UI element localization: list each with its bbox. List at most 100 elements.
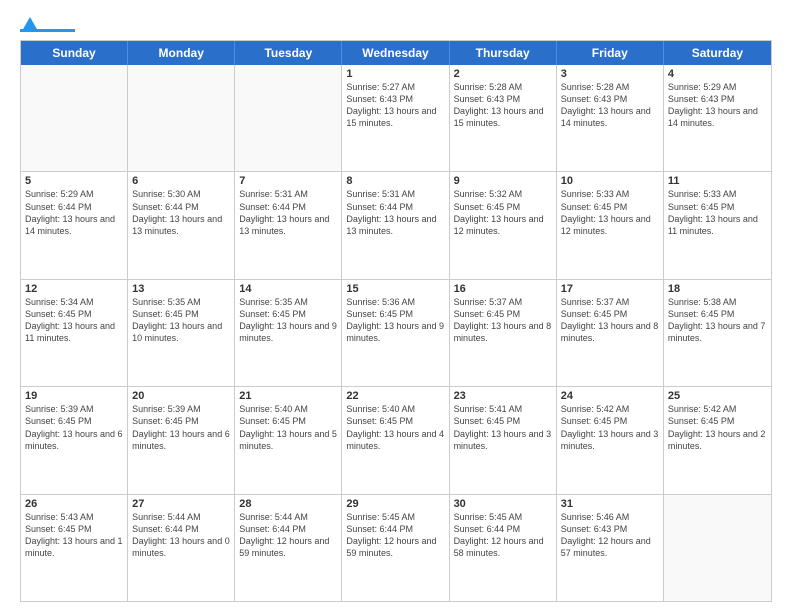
day-cell: 5Sunrise: 5:29 AM Sunset: 6:44 PM Daylig… — [21, 172, 128, 278]
day-number: 16 — [454, 283, 552, 295]
day-info: Sunrise: 5:46 AM Sunset: 6:43 PM Dayligh… — [561, 511, 659, 560]
day-info: Sunrise: 5:44 AM Sunset: 6:44 PM Dayligh… — [239, 511, 337, 560]
day-number: 4 — [668, 68, 767, 80]
day-cell: 6Sunrise: 5:30 AM Sunset: 6:44 PM Daylig… — [128, 172, 235, 278]
day-number: 5 — [25, 175, 123, 187]
day-cell: 7Sunrise: 5:31 AM Sunset: 6:44 PM Daylig… — [235, 172, 342, 278]
day-info: Sunrise: 5:39 AM Sunset: 6:45 PM Dayligh… — [132, 403, 230, 452]
day-info: Sunrise: 5:39 AM Sunset: 6:45 PM Dayligh… — [25, 403, 123, 452]
day-cell: 30Sunrise: 5:45 AM Sunset: 6:44 PM Dayli… — [450, 495, 557, 601]
day-cell: 22Sunrise: 5:40 AM Sunset: 6:45 PM Dayli… — [342, 387, 449, 493]
day-cell: 12Sunrise: 5:34 AM Sunset: 6:45 PM Dayli… — [21, 280, 128, 386]
day-number: 9 — [454, 175, 552, 187]
day-cell: 9Sunrise: 5:32 AM Sunset: 6:45 PM Daylig… — [450, 172, 557, 278]
day-number: 29 — [346, 498, 444, 510]
day-header-thursday: Thursday — [450, 41, 557, 65]
day-cell — [235, 65, 342, 171]
day-cell: 4Sunrise: 5:29 AM Sunset: 6:43 PM Daylig… — [664, 65, 771, 171]
day-header-friday: Friday — [557, 41, 664, 65]
day-cell: 8Sunrise: 5:31 AM Sunset: 6:44 PM Daylig… — [342, 172, 449, 278]
day-info: Sunrise: 5:43 AM Sunset: 6:45 PM Dayligh… — [25, 511, 123, 560]
day-number: 7 — [239, 175, 337, 187]
day-cell: 31Sunrise: 5:46 AM Sunset: 6:43 PM Dayli… — [557, 495, 664, 601]
day-number: 15 — [346, 283, 444, 295]
day-cell: 23Sunrise: 5:41 AM Sunset: 6:45 PM Dayli… — [450, 387, 557, 493]
day-info: Sunrise: 5:35 AM Sunset: 6:45 PM Dayligh… — [132, 296, 230, 345]
day-cell: 17Sunrise: 5:37 AM Sunset: 6:45 PM Dayli… — [557, 280, 664, 386]
day-info: Sunrise: 5:37 AM Sunset: 6:45 PM Dayligh… — [561, 296, 659, 345]
day-info: Sunrise: 5:28 AM Sunset: 6:43 PM Dayligh… — [561, 81, 659, 130]
day-info: Sunrise: 5:27 AM Sunset: 6:43 PM Dayligh… — [346, 81, 444, 130]
day-header-monday: Monday — [128, 41, 235, 65]
day-info: Sunrise: 5:33 AM Sunset: 6:45 PM Dayligh… — [561, 188, 659, 237]
day-cell: 10Sunrise: 5:33 AM Sunset: 6:45 PM Dayli… — [557, 172, 664, 278]
day-number: 6 — [132, 175, 230, 187]
day-info: Sunrise: 5:44 AM Sunset: 6:44 PM Dayligh… — [132, 511, 230, 560]
day-info: Sunrise: 5:32 AM Sunset: 6:45 PM Dayligh… — [454, 188, 552, 237]
day-cell: 15Sunrise: 5:36 AM Sunset: 6:45 PM Dayli… — [342, 280, 449, 386]
day-cell — [664, 495, 771, 601]
day-info: Sunrise: 5:45 AM Sunset: 6:44 PM Dayligh… — [346, 511, 444, 560]
day-header-tuesday: Tuesday — [235, 41, 342, 65]
day-cell — [21, 65, 128, 171]
day-info: Sunrise: 5:30 AM Sunset: 6:44 PM Dayligh… — [132, 188, 230, 237]
day-header-sunday: Sunday — [21, 41, 128, 65]
day-number: 20 — [132, 390, 230, 402]
day-cell: 25Sunrise: 5:42 AM Sunset: 6:45 PM Dayli… — [664, 387, 771, 493]
day-cell: 19Sunrise: 5:39 AM Sunset: 6:45 PM Dayli… — [21, 387, 128, 493]
day-number: 12 — [25, 283, 123, 295]
day-cell: 24Sunrise: 5:42 AM Sunset: 6:45 PM Dayli… — [557, 387, 664, 493]
day-cell: 11Sunrise: 5:33 AM Sunset: 6:45 PM Dayli… — [664, 172, 771, 278]
day-number: 31 — [561, 498, 659, 510]
day-cell: 2Sunrise: 5:28 AM Sunset: 6:43 PM Daylig… — [450, 65, 557, 171]
week-row-0: 1Sunrise: 5:27 AM Sunset: 6:43 PM Daylig… — [21, 65, 771, 172]
logo-underline — [20, 29, 75, 32]
week-row-1: 5Sunrise: 5:29 AM Sunset: 6:44 PM Daylig… — [21, 172, 771, 279]
day-number: 26 — [25, 498, 123, 510]
day-number: 23 — [454, 390, 552, 402]
day-header-wednesday: Wednesday — [342, 41, 449, 65]
day-cell: 29Sunrise: 5:45 AM Sunset: 6:44 PM Dayli… — [342, 495, 449, 601]
day-info: Sunrise: 5:37 AM Sunset: 6:45 PM Dayligh… — [454, 296, 552, 345]
day-header-saturday: Saturday — [664, 41, 771, 65]
day-info: Sunrise: 5:35 AM Sunset: 6:45 PM Dayligh… — [239, 296, 337, 345]
day-number: 28 — [239, 498, 337, 510]
logo — [20, 15, 79, 32]
day-cell: 26Sunrise: 5:43 AM Sunset: 6:45 PM Dayli… — [21, 495, 128, 601]
day-cell: 1Sunrise: 5:27 AM Sunset: 6:43 PM Daylig… — [342, 65, 449, 171]
day-number: 17 — [561, 283, 659, 295]
day-number: 1 — [346, 68, 444, 80]
day-number: 18 — [668, 283, 767, 295]
day-info: Sunrise: 5:42 AM Sunset: 6:45 PM Dayligh… — [561, 403, 659, 452]
day-info: Sunrise: 5:40 AM Sunset: 6:45 PM Dayligh… — [346, 403, 444, 452]
day-cell: 16Sunrise: 5:37 AM Sunset: 6:45 PM Dayli… — [450, 280, 557, 386]
day-cell: 21Sunrise: 5:40 AM Sunset: 6:45 PM Dayli… — [235, 387, 342, 493]
calendar-header: SundayMondayTuesdayWednesdayThursdayFrid… — [21, 41, 771, 65]
day-number: 19 — [25, 390, 123, 402]
day-number: 14 — [239, 283, 337, 295]
calendar-body: 1Sunrise: 5:27 AM Sunset: 6:43 PM Daylig… — [21, 65, 771, 601]
day-number: 30 — [454, 498, 552, 510]
day-cell: 3Sunrise: 5:28 AM Sunset: 6:43 PM Daylig… — [557, 65, 664, 171]
day-number: 13 — [132, 283, 230, 295]
week-row-4: 26Sunrise: 5:43 AM Sunset: 6:45 PM Dayli… — [21, 495, 771, 601]
day-number: 22 — [346, 390, 444, 402]
day-number: 8 — [346, 175, 444, 187]
day-cell: 18Sunrise: 5:38 AM Sunset: 6:45 PM Dayli… — [664, 280, 771, 386]
day-info: Sunrise: 5:29 AM Sunset: 6:44 PM Dayligh… — [25, 188, 123, 237]
day-cell — [128, 65, 235, 171]
day-info: Sunrise: 5:41 AM Sunset: 6:45 PM Dayligh… — [454, 403, 552, 452]
header — [20, 15, 772, 32]
day-number: 10 — [561, 175, 659, 187]
week-row-3: 19Sunrise: 5:39 AM Sunset: 6:45 PM Dayli… — [21, 387, 771, 494]
day-number: 2 — [454, 68, 552, 80]
week-row-2: 12Sunrise: 5:34 AM Sunset: 6:45 PM Dayli… — [21, 280, 771, 387]
day-info: Sunrise: 5:38 AM Sunset: 6:45 PM Dayligh… — [668, 296, 767, 345]
day-cell: 28Sunrise: 5:44 AM Sunset: 6:44 PM Dayli… — [235, 495, 342, 601]
day-number: 25 — [668, 390, 767, 402]
day-info: Sunrise: 5:28 AM Sunset: 6:43 PM Dayligh… — [454, 81, 552, 130]
day-info: Sunrise: 5:33 AM Sunset: 6:45 PM Dayligh… — [668, 188, 767, 237]
page: SundayMondayTuesdayWednesdayThursdayFrid… — [0, 0, 792, 612]
day-cell: 13Sunrise: 5:35 AM Sunset: 6:45 PM Dayli… — [128, 280, 235, 386]
day-number: 27 — [132, 498, 230, 510]
